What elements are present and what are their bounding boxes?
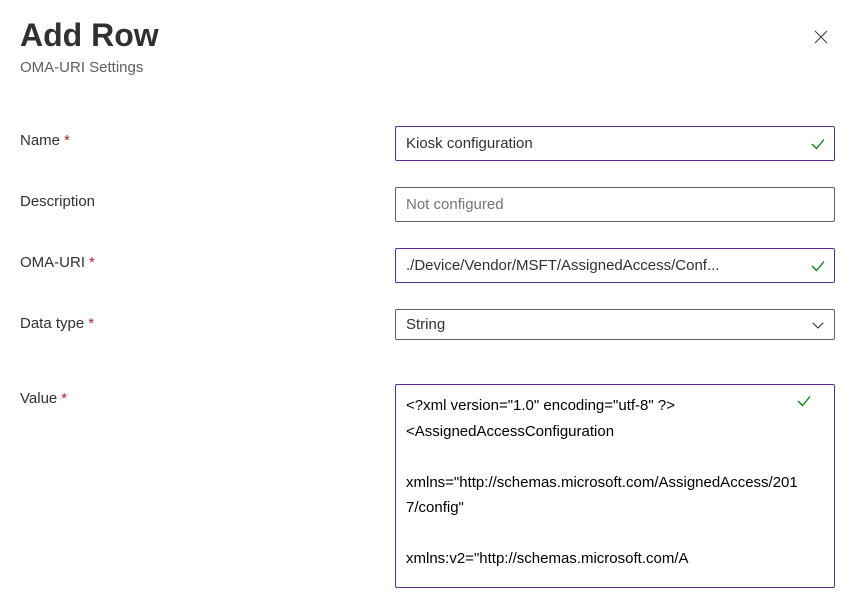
label-oma-uri: OMA-URI* bbox=[20, 248, 395, 271]
row-data-type: Data type* String bbox=[20, 309, 835, 340]
required-marker: * bbox=[88, 315, 94, 332]
required-marker: * bbox=[89, 254, 95, 271]
label-name: Name* bbox=[20, 126, 395, 149]
row-value: Value* bbox=[20, 384, 835, 593]
row-description: Description bbox=[20, 187, 835, 222]
name-input[interactable] bbox=[395, 126, 835, 161]
panel-header: Add Row OMA-URI Settings bbox=[20, 18, 835, 76]
close-button[interactable] bbox=[807, 24, 835, 52]
value-textarea[interactable] bbox=[395, 384, 835, 588]
label-description: Description bbox=[20, 187, 395, 210]
oma-uri-input[interactable] bbox=[395, 248, 835, 283]
page-subtitle: OMA-URI Settings bbox=[20, 59, 835, 76]
checkmark-icon bbox=[795, 392, 813, 410]
page-title: Add Row bbox=[20, 18, 835, 53]
required-marker: * bbox=[61, 390, 67, 407]
label-value: Value* bbox=[20, 384, 395, 407]
close-icon bbox=[812, 28, 830, 49]
label-data-type: Data type* bbox=[20, 309, 395, 332]
row-oma-uri: OMA-URI* bbox=[20, 248, 835, 283]
row-name: Name* bbox=[20, 126, 835, 161]
data-type-select[interactable]: String bbox=[395, 309, 835, 340]
required-marker: * bbox=[64, 132, 70, 149]
description-input[interactable] bbox=[395, 187, 835, 222]
